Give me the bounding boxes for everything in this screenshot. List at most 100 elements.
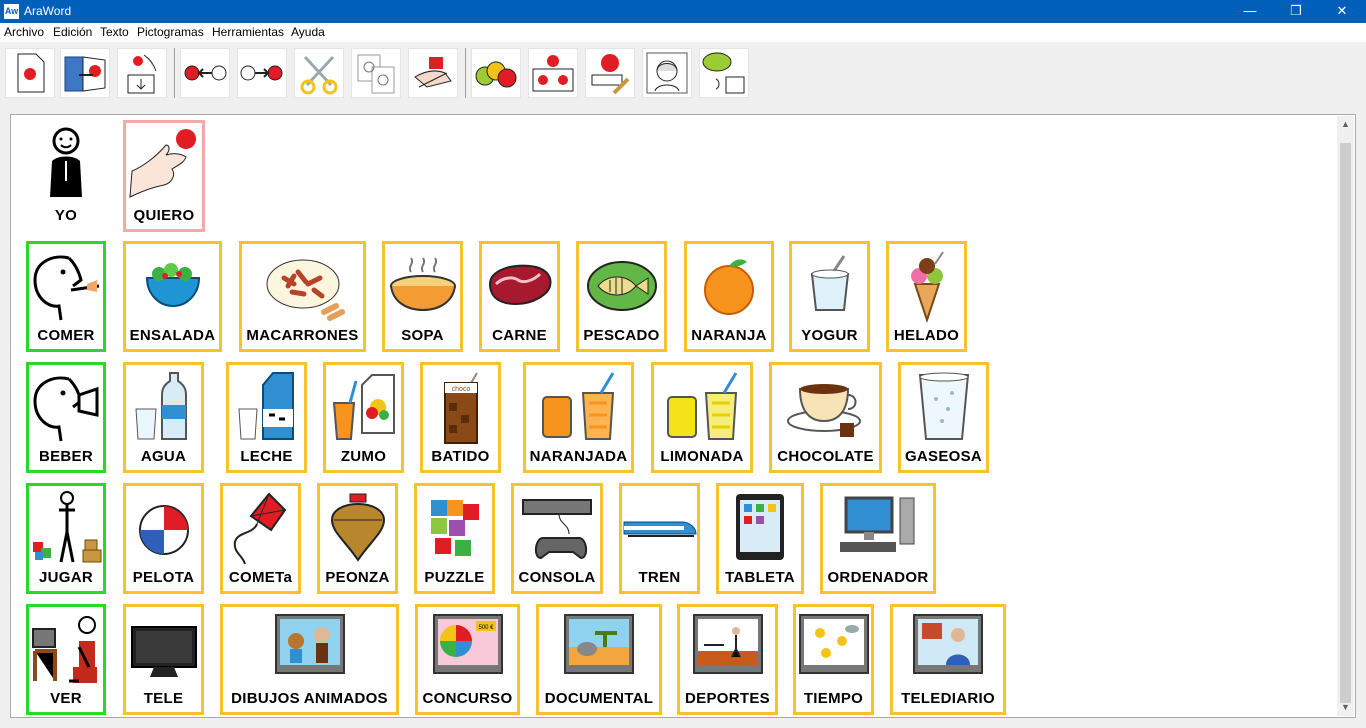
cartoons-tv-icon bbox=[274, 614, 345, 674]
card-label: PELOTA bbox=[132, 569, 195, 586]
new-document-button[interactable] bbox=[5, 48, 55, 98]
pictogram-card[interactable]: choco BATIDO bbox=[420, 362, 501, 473]
menu-edicion[interactable]: Edición bbox=[53, 25, 92, 39]
pictogram-card[interactable]: CHOCOLATE bbox=[769, 362, 882, 473]
pictogram-card[interactable]: ENSALADA bbox=[123, 241, 222, 352]
edit-pictogram-button[interactable] bbox=[585, 48, 635, 98]
restore-button[interactable]: ❐ bbox=[1273, 0, 1319, 23]
speak-text-button[interactable] bbox=[699, 48, 749, 98]
pictogram-card[interactable]: COMER bbox=[26, 241, 106, 352]
paste-icon bbox=[414, 57, 452, 88]
pictogram-card[interactable]: ORDENADOR bbox=[820, 483, 936, 594]
menu-pictogramas[interactable]: Pictogramas bbox=[137, 25, 204, 39]
pictogram-card[interactable]: DOCUMENTAL bbox=[536, 604, 662, 715]
card-label: QUIERO bbox=[133, 207, 195, 224]
pictogram-card[interactable]: DEPORTES bbox=[677, 604, 778, 715]
pictogram-card[interactable]: CARNE bbox=[479, 241, 560, 352]
pictograms-button[interactable] bbox=[471, 48, 521, 98]
menu-texto[interactable]: Texto bbox=[100, 25, 129, 39]
scroll-up-arrow-icon[interactable]: ▲ bbox=[1337, 116, 1354, 133]
pictogram-card[interactable]: NARANJA bbox=[684, 241, 774, 352]
hand-want-icon bbox=[129, 129, 196, 198]
pictogram-card[interactable]: JUGAR bbox=[26, 483, 106, 594]
toolbar bbox=[0, 42, 1366, 108]
close-button[interactable]: ✕ bbox=[1319, 0, 1365, 23]
pictogram-card[interactable]: TIEMPO bbox=[793, 604, 874, 715]
copy-button[interactable] bbox=[351, 48, 401, 98]
cut-button[interactable] bbox=[294, 48, 344, 98]
soda-glass-icon bbox=[918, 372, 969, 440]
move-right-button[interactable] bbox=[237, 48, 287, 98]
card-label: HELADO bbox=[893, 327, 960, 344]
speak-text-icon bbox=[702, 52, 745, 94]
kite-icon bbox=[233, 492, 287, 565]
open-document-button[interactable] bbox=[60, 48, 110, 98]
pictograms-icon bbox=[475, 61, 517, 88]
pictogram-card[interactable]: 500 € CONCURSO bbox=[415, 604, 520, 715]
pictogram-card[interactable]: PESCADO bbox=[576, 241, 667, 352]
fish-icon bbox=[586, 261, 657, 311]
television-icon bbox=[131, 626, 197, 677]
document-area[interactable]: YO QUIERO COMER ENSALADA MACARRONES SOPA… bbox=[10, 114, 1356, 718]
card-label: TELE bbox=[143, 690, 184, 707]
app-icon: Aw bbox=[4, 4, 19, 19]
puzzle-icon bbox=[431, 500, 479, 556]
salad-icon bbox=[145, 263, 200, 308]
pictogram-card[interactable]: LECHE bbox=[226, 362, 307, 473]
save-document-button[interactable] bbox=[117, 48, 167, 98]
pictogram-card[interactable]: SOPA bbox=[382, 241, 463, 352]
pictogram-card[interactable]: LIMONADA bbox=[651, 362, 753, 473]
pictogram-card[interactable]: AGUA bbox=[123, 362, 204, 473]
weather-tv-icon bbox=[799, 614, 869, 674]
pictogram-card[interactable]: BEBER bbox=[26, 362, 106, 473]
pictogram-card[interactable]: MACARRONES bbox=[239, 241, 366, 352]
menu-herramientas[interactable]: Herramientas bbox=[212, 25, 284, 39]
change-pictogram-button[interactable] bbox=[528, 48, 578, 98]
person-watching-tv-icon bbox=[32, 616, 97, 683]
pictogram-card[interactable]: NARANJADA bbox=[523, 362, 634, 473]
pictogram-card[interactable]: TELE bbox=[123, 604, 204, 715]
card-label: ENSALADA bbox=[129, 327, 216, 344]
pictogram-card[interactable]: PELOTA bbox=[123, 483, 204, 594]
menu-archivo[interactable]: Archivo bbox=[4, 25, 44, 39]
minimize-button[interactable]: — bbox=[1227, 0, 1273, 23]
pictogram-card[interactable]: DIBUJOS ANIMADOS bbox=[220, 604, 399, 715]
scrollbar-thumb[interactable] bbox=[1340, 143, 1351, 703]
pictogram-card[interactable]: TABLETA bbox=[716, 483, 804, 594]
user-face-button[interactable] bbox=[642, 48, 692, 98]
pictogram-card[interactable]: PUZZLE bbox=[414, 483, 495, 594]
paste-button[interactable] bbox=[408, 48, 458, 98]
milk-carton-icon bbox=[238, 372, 294, 440]
toolbar-separator bbox=[174, 48, 175, 98]
pictogram-card[interactable]: YO bbox=[26, 120, 106, 232]
pictogram-card[interactable]: TELEDIARIO bbox=[890, 604, 1006, 715]
new-document-icon bbox=[17, 53, 45, 93]
pictogram-card[interactable]: COMETa bbox=[220, 483, 301, 594]
pictogram-card[interactable]: ZUMO bbox=[323, 362, 404, 473]
card-label: JUGAR bbox=[38, 569, 93, 586]
pictogram-card[interactable]: PEONZA bbox=[317, 483, 398, 594]
menu-ayuda[interactable]: Ayuda bbox=[291, 25, 325, 39]
card-label: NARANJADA bbox=[529, 448, 628, 465]
pictogram-card[interactable]: CONSOLA bbox=[511, 483, 603, 594]
ball-icon bbox=[139, 505, 189, 555]
prize-caption: 500 € bbox=[478, 625, 494, 631]
move-left-button[interactable] bbox=[180, 48, 230, 98]
lemonade-icon bbox=[667, 372, 738, 440]
pictogram-card[interactable]: QUIERO bbox=[123, 120, 205, 232]
card-label: BEBER bbox=[38, 448, 93, 465]
card-label: GASEOSA bbox=[904, 448, 983, 465]
person-eating-icon bbox=[33, 255, 100, 321]
pictogram-card[interactable]: GASEOSA bbox=[898, 362, 989, 473]
pictogram-card[interactable]: VER bbox=[26, 604, 106, 715]
toolbar-separator bbox=[465, 48, 466, 98]
pictogram-card[interactable]: YOGUR bbox=[789, 241, 870, 352]
card-label: MACARRONES bbox=[246, 327, 359, 344]
pictogram-card[interactable]: HELADO bbox=[886, 241, 967, 352]
scroll-down-arrow-icon[interactable]: ▼ bbox=[1337, 699, 1354, 716]
card-label: YO bbox=[54, 207, 78, 224]
card-label: DOCUMENTAL bbox=[544, 690, 654, 707]
card-label: YOGUR bbox=[801, 327, 858, 344]
vertical-scrollbar[interactable]: ▲ ▼ bbox=[1337, 116, 1354, 716]
pictogram-card[interactable]: TREN bbox=[619, 483, 700, 594]
